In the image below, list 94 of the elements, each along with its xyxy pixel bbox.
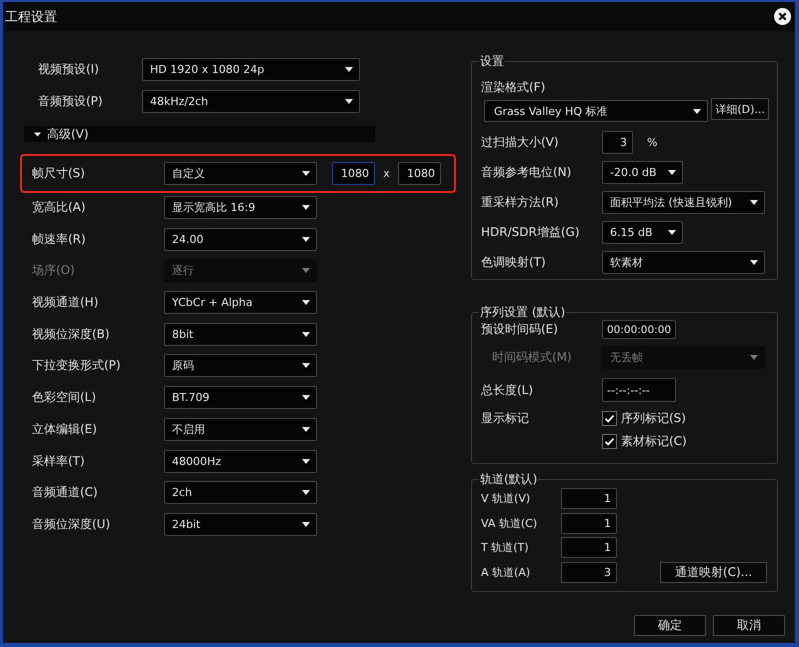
field-label: 色彩空间(L) [32, 389, 98, 406]
field-label: 宽高比(A) [32, 199, 87, 216]
field-label: 预设时间码(E) [481, 321, 559, 338]
caret-icon [302, 236, 310, 242]
field-label: 时间码模式(M) [491, 349, 573, 366]
dimension-separator: x [382, 167, 391, 180]
setting-dropdown[interactable]: YCbCr + Alpha [164, 291, 317, 314]
caret-icon [750, 260, 758, 265]
caret-icon [693, 108, 702, 114]
setting-dropdown[interactable]: 24bit [164, 512, 317, 536]
field-label: 总长度(L) [481, 382, 534, 398]
dialog-button[interactable]: 取消 [713, 614, 785, 636]
setting-dropdown[interactable]: 自定义 [164, 162, 317, 185]
field-label: 音频通道(C) [32, 484, 99, 502]
setting-dropdown[interactable]: 显示宽高比 16:9 [164, 196, 317, 219]
timecode-input[interactable]: 00:00:00:00 [602, 320, 676, 339]
group-title: 设置 [479, 54, 505, 68]
caret-icon [302, 268, 310, 274]
setting-dropdown[interactable]: 24.00 [164, 228, 317, 251]
setting-dropdown[interactable]: 软素材 [602, 251, 765, 274]
number-input[interactable]: 3 [602, 131, 633, 154]
field-label: 帧尺寸(S) [32, 165, 86, 182]
field-label: 下拉变换形式(P) [32, 357, 122, 374]
caret-icon [750, 200, 758, 205]
caret-icon [302, 490, 310, 496]
field-label: 场序(O) [32, 262, 76, 280]
field-label: 视频位深度(B) [32, 326, 111, 343]
close-button[interactable] [774, 8, 791, 25]
field-label: 视频预设(I) [38, 61, 100, 78]
details-button[interactable]: 详细(D)... [711, 98, 769, 120]
caret-icon [345, 99, 353, 104]
track-count-input[interactable]: 1 [561, 488, 617, 509]
field-label: 视频通道(H) [32, 294, 100, 312]
setting-dropdown[interactable]: 原码 [164, 354, 317, 378]
setting-dropdown[interactable]: -20.0 dB [602, 161, 683, 184]
setting-dropdown: 逐行 [164, 259, 317, 282]
setting-dropdown[interactable]: 2ch [164, 481, 317, 504]
window-title: 工程设置 [5, 8, 57, 26]
caret-icon [302, 332, 310, 337]
timecode-input[interactable]: --:--:--:-- [602, 378, 676, 402]
field-label: 立体编辑(E) [32, 420, 98, 438]
number-input[interactable]: 1080 [398, 162, 441, 185]
dialog-button[interactable]: 确定 [634, 614, 706, 636]
setting-dropdown[interactable]: 48000Hz [164, 450, 317, 472]
setting-dropdown[interactable]: Grass Valley HQ 标准 [484, 100, 708, 122]
caret-icon [668, 170, 676, 175]
field-label: 音频预设(P) [38, 93, 104, 110]
caret-icon [302, 205, 310, 210]
caret-icon [302, 363, 310, 368]
setting-dropdown: 无丢帧 [602, 346, 765, 369]
caret-icon [302, 171, 310, 176]
field-label: 音频位深度(U) [32, 516, 112, 533]
track-count-input[interactable]: 3 [561, 562, 617, 582]
track-count-input[interactable]: 1 [561, 512, 617, 534]
field-label: 音频参考电位(N) [481, 164, 572, 181]
section-header[interactable]: 高级(V) [24, 126, 375, 142]
setting-dropdown[interactable]: 6.15 dB [602, 221, 683, 244]
field-label: A 轨道(A) [481, 564, 532, 580]
checkbox-label[interactable]: 素材标记(C) [621, 432, 687, 450]
caret-icon [302, 395, 310, 400]
caret-icon [302, 458, 310, 464]
field-label: T 轨道(T) [481, 540, 530, 555]
field-label: VA 轨道(C) [481, 516, 538, 530]
number-input[interactable]: 1080 [332, 162, 375, 185]
unit-label: % [647, 136, 658, 149]
setting-dropdown[interactable]: 8bit [164, 322, 317, 346]
field-label: 渲染格式(F) [481, 79, 546, 95]
field-label: 过扫描大小(V) [481, 134, 560, 151]
checkbox[interactable] [602, 434, 617, 448]
caret-icon [750, 355, 758, 360]
setting-dropdown[interactable]: 不启用 [164, 418, 317, 441]
caret-icon [302, 426, 310, 432]
caret-icon [345, 67, 353, 72]
checkbox-label[interactable]: 序列标记(S) [621, 410, 686, 426]
field-label: V 轨道(V) [481, 491, 532, 506]
field-label: 采样率(T) [32, 452, 86, 470]
group-title: 序列设置 (默认) [479, 305, 566, 319]
caret-icon [302, 300, 310, 306]
close-icon [774, 8, 791, 25]
preset-dropdown[interactable]: 48kHz/2ch [142, 90, 360, 113]
group-title: 轨道(默认) [479, 472, 538, 486]
preset-dropdown[interactable]: HD 1920 x 1080 24p [142, 58, 360, 81]
field-label: 重采样方法(R) [481, 194, 560, 211]
setting-dropdown[interactable]: 面积平均法 (快速且锐利) [602, 191, 765, 214]
field-label: 色调映射(T) [481, 254, 547, 271]
track-count-input[interactable]: 1 [561, 537, 617, 558]
field-label: 显示标记 [481, 410, 530, 427]
setting-dropdown[interactable]: BT.709 [164, 386, 317, 410]
field-label: 帧速率(R) [32, 230, 87, 248]
channel-map-button[interactable]: 通道映射(C)... [660, 562, 767, 582]
caret-icon [302, 522, 310, 527]
field-label: HDR/SDR增益(G) [481, 224, 581, 241]
caret-icon [668, 230, 676, 235]
checkbox[interactable] [602, 410, 617, 426]
